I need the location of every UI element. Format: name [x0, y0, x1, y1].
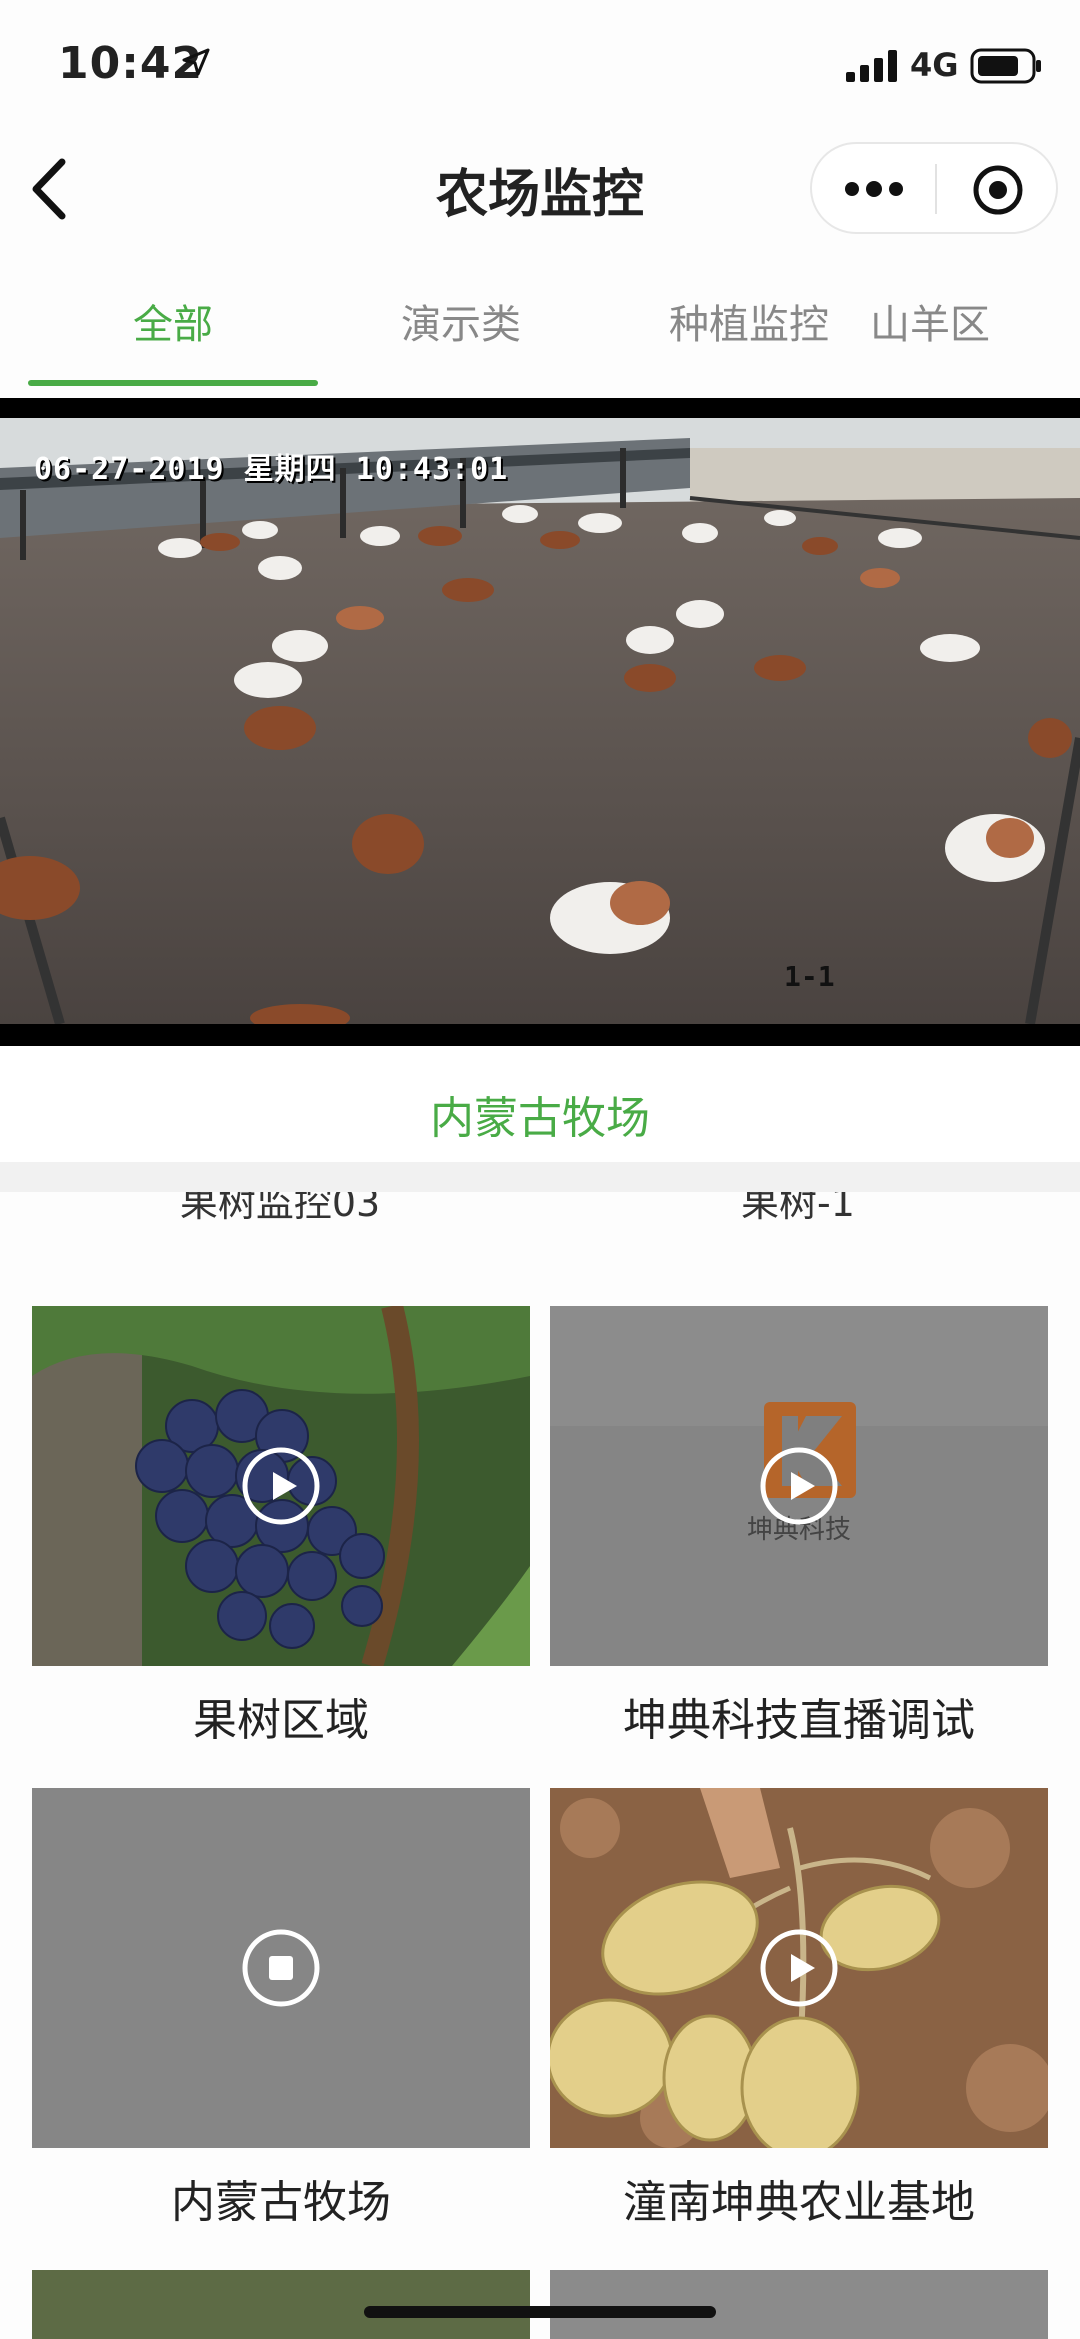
app-root: 10:42 4G 农场监控 全部 演示类 种植监控 山羊区 06-27-2019… — [0, 0, 1080, 2339]
video-frame — [0, 418, 1080, 1024]
close-target-icon[interactable] — [972, 164, 1024, 216]
video-osd-camera-id: 1-1 — [784, 960, 835, 993]
camera-card-label: 内蒙古牧场 — [171, 2177, 391, 2228]
tab-goat-area[interactable]: 山羊区 — [870, 292, 1080, 350]
camera-card[interactable] — [32, 2270, 530, 2339]
signal-icon — [846, 50, 897, 82]
status-bar: 10:42 4G — [0, 0, 1080, 132]
play-icon[interactable] — [759, 1928, 839, 2008]
location-arrow-icon — [182, 48, 210, 76]
camera-thumbnail[interactable]: 坤典科技 — [550, 1306, 1048, 1666]
camera-card-label: 坤典科技直播调试 — [623, 1695, 975, 1746]
capsule-divider — [935, 164, 937, 214]
video-osd-timestamp: 06-27-2019 星期四 10:43:01 — [34, 452, 509, 487]
location-bar: 内蒙古牧场 — [0, 1046, 1080, 1162]
camera-card-label: 果树区域 — [193, 1695, 369, 1746]
camera-card[interactable]: 潼南坤典农业基地 — [550, 1788, 1048, 2230]
camera-grid: 果树监控03 果树-1 果树区域 坤典科技 坤典科技直播调试 内蒙古牧场 潼南坤… — [0, 1192, 1080, 2339]
camera-card-label: 潼南坤典农业基地 — [623, 2177, 975, 2228]
category-tabs: 全部 演示类 种植监控 山羊区 — [0, 262, 1080, 392]
camera-card[interactable]: 坤典科技 坤典科技直播调试 — [550, 1306, 1048, 1748]
home-indicator — [364, 2306, 716, 2318]
play-icon[interactable] — [759, 1446, 839, 1526]
camera-thumbnail[interactable] — [550, 1788, 1048, 2148]
network-type: 4G — [910, 46, 959, 84]
tab-all[interactable]: 全部 — [28, 292, 318, 350]
mini-program-capsule — [810, 142, 1058, 234]
camera-thumbnail[interactable] — [32, 1306, 530, 1666]
nav-bar: 农场监控 — [0, 132, 1080, 252]
live-video-player[interactable]: 06-27-2019 星期四 10:43:01 1-1 — [0, 398, 1080, 1046]
camera-card[interactable]: 果树区域 — [32, 1306, 530, 1748]
play-icon[interactable] — [241, 1446, 321, 1526]
tab-planting[interactable]: 种植监控 — [604, 292, 894, 350]
more-dots-icon[interactable] — [842, 174, 906, 204]
current-location-name: 内蒙古牧场 — [430, 1093, 650, 1144]
camera-thumbnail[interactable] — [550, 2270, 1048, 2339]
tab-demo[interactable]: 演示类 — [316, 292, 606, 350]
battery-icon — [970, 48, 1041, 84]
partial-card-label: 果树-1 — [741, 1192, 855, 1225]
camera-thumbnail[interactable] — [32, 2270, 530, 2339]
camera-card[interactable] — [550, 2270, 1048, 2339]
section-divider — [0, 1162, 1080, 1192]
stop-icon[interactable] — [241, 1928, 321, 2008]
partial-card-label: 果树监控03 — [179, 1192, 381, 1225]
camera-card[interactable]: 内蒙古牧场 — [32, 1788, 530, 2230]
active-tab-indicator — [28, 380, 318, 386]
camera-thumbnail[interactable] — [32, 1788, 530, 2148]
